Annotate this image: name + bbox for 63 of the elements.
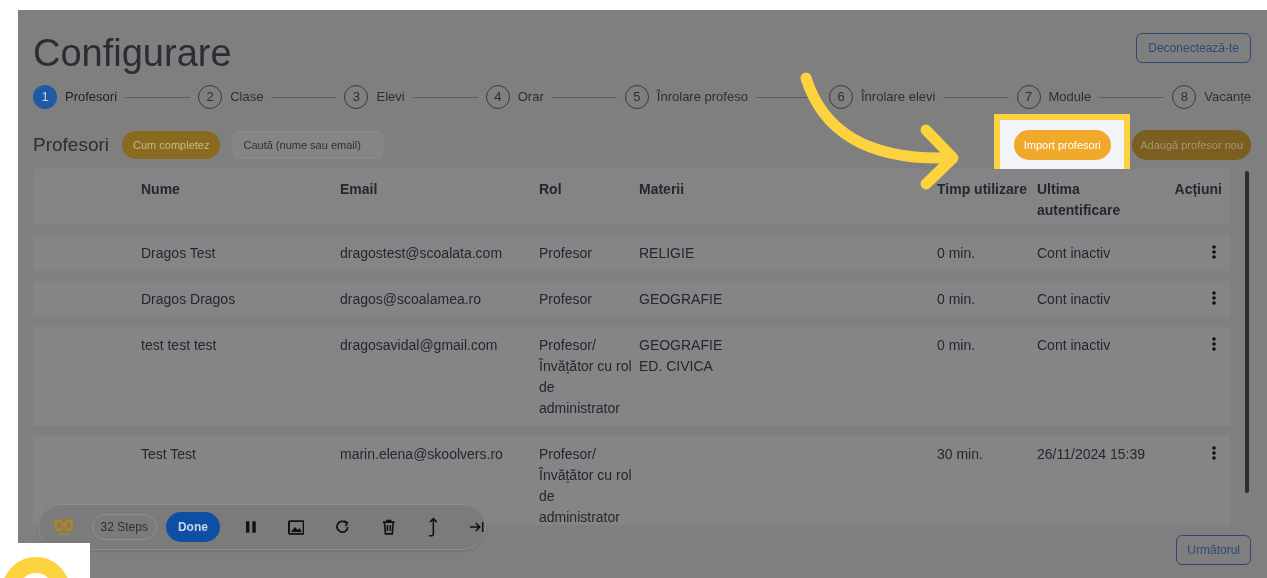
table-cell-text: dragos@scoalamea.ro bbox=[340, 290, 483, 309]
stepper-step[interactable]: 7 Module bbox=[1016, 85, 1092, 109]
pause-icon[interactable] bbox=[244, 520, 257, 534]
table-cell-text: 26/11/2024 15:39 bbox=[1037, 445, 1146, 464]
stepper-step[interactable]: 6 Înrolare elevi bbox=[829, 85, 936, 109]
table-row[interactable]: Dragos Test dragostest@scoalata.com Profesor RELIGIE 0 min. Cont inactiv bbox=[33, 235, 1230, 271]
table-row[interactable]: test test test dragosavidal@gmail.com Profesor/ Învățător cu rol de administrator GEOGRAFIE ED. CIVICA 0 min. Cont inactiv bbox=[33, 327, 1230, 426]
image-icon[interactable] bbox=[287, 519, 305, 535]
import-button[interactable]: Import profesori bbox=[1013, 130, 1111, 160]
redo-icon[interactable] bbox=[335, 519, 351, 535]
column-header: Ultima autentificare bbox=[1037, 180, 1122, 220]
table-cell-text: Cont inactiv bbox=[1037, 290, 1112, 309]
page-title: Configurare bbox=[33, 32, 232, 74]
table-cell-text: ED. CIVICA bbox=[639, 357, 714, 376]
table-cell-text: Profesor/ Învățător cu rol de administrator bbox=[539, 445, 633, 525]
column-header: Rol bbox=[539, 180, 563, 199]
trash-icon[interactable] bbox=[381, 519, 396, 535]
table-cell-text: GEOGRAFIE bbox=[639, 336, 724, 355]
table-cell-text: 30 min. bbox=[937, 445, 984, 464]
table-cell-text: Cont inactiv bbox=[1037, 244, 1112, 263]
table-cell-text: Profesor bbox=[539, 244, 593, 263]
table-cell-text: 0 min. bbox=[937, 244, 977, 263]
table-cell-text: Dragos Test bbox=[141, 244, 217, 263]
table-cell-text: dragosavidal@gmail.com bbox=[340, 336, 499, 355]
table-cell-text: Dragos Dragos bbox=[141, 290, 237, 309]
table-cell-text: marin.elena@skoolvers.ro bbox=[340, 445, 504, 464]
table-cell-text: 0 min. bbox=[937, 290, 977, 309]
section-title: Profesori bbox=[33, 132, 110, 157]
skip-to-end-icon[interactable] bbox=[469, 520, 485, 534]
column-header: Materii bbox=[639, 180, 686, 199]
column-header: Email bbox=[340, 180, 379, 199]
recorder-logo-icon bbox=[53, 518, 75, 536]
table-cell-text: Cont inactiv bbox=[1037, 336, 1112, 355]
stepper-step[interactable]: 4 Orar bbox=[485, 85, 544, 109]
table-cell-text: RELIGIE bbox=[639, 244, 696, 263]
curved-arrow-up-icon[interactable] bbox=[426, 517, 439, 537]
table-cell-text: test test test bbox=[141, 336, 218, 355]
table-cell-text: GEOGRAFIE bbox=[639, 290, 724, 309]
more-icon[interactable] bbox=[1212, 446, 1216, 460]
stepper-step[interactable]: 5 Înrolare profeso bbox=[624, 85, 748, 109]
more-icon[interactable] bbox=[1212, 245, 1216, 259]
column-header: Acțiuni bbox=[1173, 180, 1223, 199]
logout-button[interactable]: Deconectează-te bbox=[1136, 33, 1251, 63]
more-icon[interactable] bbox=[1212, 291, 1216, 305]
help-button[interactable]: Cum completez bbox=[122, 131, 221, 159]
scrollbar[interactable] bbox=[1245, 171, 1249, 493]
column-header: Timp utilizare bbox=[937, 180, 1028, 199]
table-cell-text: Profesor bbox=[539, 290, 593, 309]
done-button[interactable]: Done bbox=[165, 512, 220, 542]
stepper-step[interactable]: 1 Profesori bbox=[33, 85, 118, 109]
table-cell-text: 0 min. bbox=[937, 336, 977, 355]
column-header: Nume bbox=[141, 180, 181, 199]
stepper-step[interactable]: 2 Clase bbox=[198, 85, 264, 109]
search-field[interactable]: Caută (nume sau email) bbox=[233, 131, 384, 159]
table-cell-text: Profesor/ Învățător cu rol de administrator bbox=[539, 336, 633, 418]
table-cell-text: dragostest@scoalata.com bbox=[340, 244, 504, 263]
next-button[interactable]: Următorul bbox=[1176, 535, 1251, 565]
more-icon[interactable] bbox=[1212, 337, 1216, 351]
add-button[interactable]: Adaugă profesor nou bbox=[1132, 130, 1251, 160]
table-cell-text: Test Test bbox=[141, 445, 197, 464]
stepper-step[interactable]: 3 Elevi bbox=[344, 85, 405, 109]
table-row[interactable]: Dragos Dragos dragos@scoalamea.ro Profesor GEOGRAFIE 0 min. Cont inactiv bbox=[33, 281, 1230, 317]
stepper-step[interactable]: 8 Vacanțe bbox=[1172, 85, 1251, 109]
